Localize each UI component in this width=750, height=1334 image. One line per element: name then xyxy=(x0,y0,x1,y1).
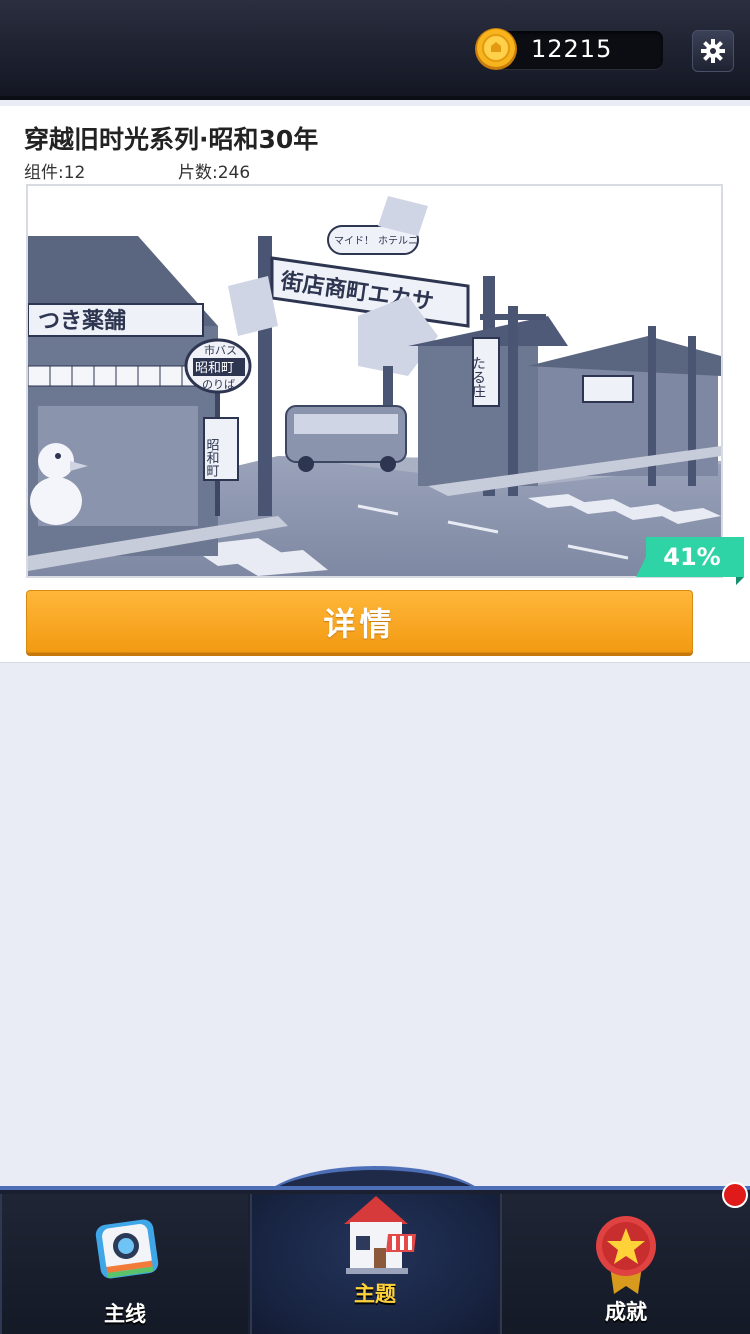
top-bar: 12215 xyxy=(0,0,750,100)
pharmacy-sign: つき薬舗 xyxy=(38,308,126,334)
pieces-count: 片数:246 xyxy=(178,158,250,183)
gold-coin-icon xyxy=(475,28,517,70)
star-medal-icon xyxy=(596,1216,656,1294)
bus-stop-main: 昭和町 xyxy=(195,361,234,376)
tab-label-main-line: 主线 xyxy=(104,1302,146,1326)
bus-stop-bottom: のりば xyxy=(202,378,235,391)
tab-main-line[interactable]: 主线 xyxy=(0,1194,248,1334)
bottom-navigation: 主线 主题 成就 xyxy=(0,1186,750,1334)
tab-label-theme: 主题 xyxy=(354,1282,396,1306)
house-icon xyxy=(344,1196,416,1274)
tab-achievements[interactable]: 成就 xyxy=(500,1194,750,1334)
camera-icon xyxy=(95,1219,159,1279)
theme-preview-image[interactable]: つき薬舗 市バス 昭和町 のりば 昭和町 街店商町エカサ マイド！ ホテルニ た… xyxy=(26,184,723,578)
app-root: 12215 穿越旧时光系列·昭和30年 组件:12 片数:246 つき薬舗 市バ… xyxy=(0,0,750,1334)
bus-stop-top: 市バス xyxy=(204,343,237,357)
shop-vertical-sign: たる庄 xyxy=(470,356,486,398)
street-scene-illustration: つき薬舗 市バス 昭和町 のりば 昭和町 街店商町エカサ マイド！ ホテルニ た… xyxy=(28,186,721,576)
completion-percent: 41% xyxy=(663,543,721,571)
gear-icon xyxy=(701,39,725,63)
arch-right-sign: ホテルニ xyxy=(378,235,418,247)
parts-count: 组件:12 xyxy=(24,158,85,183)
theme-card[interactable]: 穿越旧时光系列·昭和30年 组件:12 片数:246 つき薬舗 市バス 昭和町 … xyxy=(0,106,750,663)
parts-label: 组件: xyxy=(24,163,64,183)
coin-balance: 12215 xyxy=(495,31,663,69)
parts-value: 12 xyxy=(63,163,86,183)
settings-button[interactable] xyxy=(692,30,734,72)
pieces-label: 片数: xyxy=(178,163,218,183)
notification-badge xyxy=(722,1182,748,1208)
coin-count: 12215 xyxy=(531,35,613,63)
pieces-value: 246 xyxy=(217,163,251,183)
post-sign: 昭和町 xyxy=(204,438,220,477)
theme-title: 穿越旧时光系列·昭和30年 xyxy=(24,125,319,154)
arch-small-sign: マイド！ xyxy=(334,236,374,247)
tab-theme[interactable]: 主题 xyxy=(250,1194,498,1334)
details-button[interactable]: 详情 xyxy=(26,590,693,653)
tab-label-achievements: 成就 xyxy=(605,1300,647,1324)
